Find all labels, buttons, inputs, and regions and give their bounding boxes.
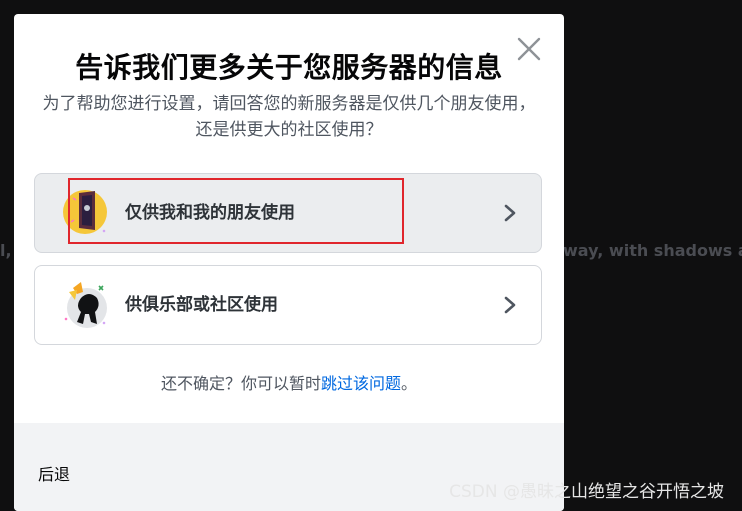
watermark: CSDN @愚昧之山绝望之谷开悟之坡 (449, 482, 724, 502)
skip-question-link[interactable]: 跳过该问题 (321, 374, 401, 393)
option-community[interactable]: 供俱乐部或社区使用 (34, 265, 542, 345)
club-character-icon (64, 282, 107, 328)
door-character-icon (63, 190, 107, 234)
modal-title: 告诉我们更多关于您服务器的信息 (75, 51, 503, 84)
helper-text: 还不确定？你可以暂时跳过该问题。 (14, 370, 564, 394)
helper-prefix: 还不确定？你可以暂时 (160, 374, 321, 393)
option-community-label: 供俱乐部或社区使用 (125, 295, 278, 315)
chevron-right-icon (504, 296, 516, 314)
create-server-modal: 告诉我们更多关于您服务器的信息 为了帮助您进行设置，请回答您的新服务器是仅供几个… (14, 14, 564, 511)
helper-suffix: 。 (401, 374, 418, 393)
background-text-left: l, (0, 241, 12, 260)
background-text-right: way, with shadows a (563, 241, 742, 260)
back-button[interactable]: 后退 (38, 461, 70, 485)
modal-subtitle: 为了帮助您进行设置，请回答您的新服务器是仅供几个朋友使用，还是供更大的社区使用？ (42, 94, 536, 140)
option-friends-label: 仅供我和我的朋友使用 (125, 203, 295, 223)
chevron-right-icon (504, 204, 516, 222)
option-friends[interactable]: 仅供我和我的朋友使用 (34, 173, 542, 253)
